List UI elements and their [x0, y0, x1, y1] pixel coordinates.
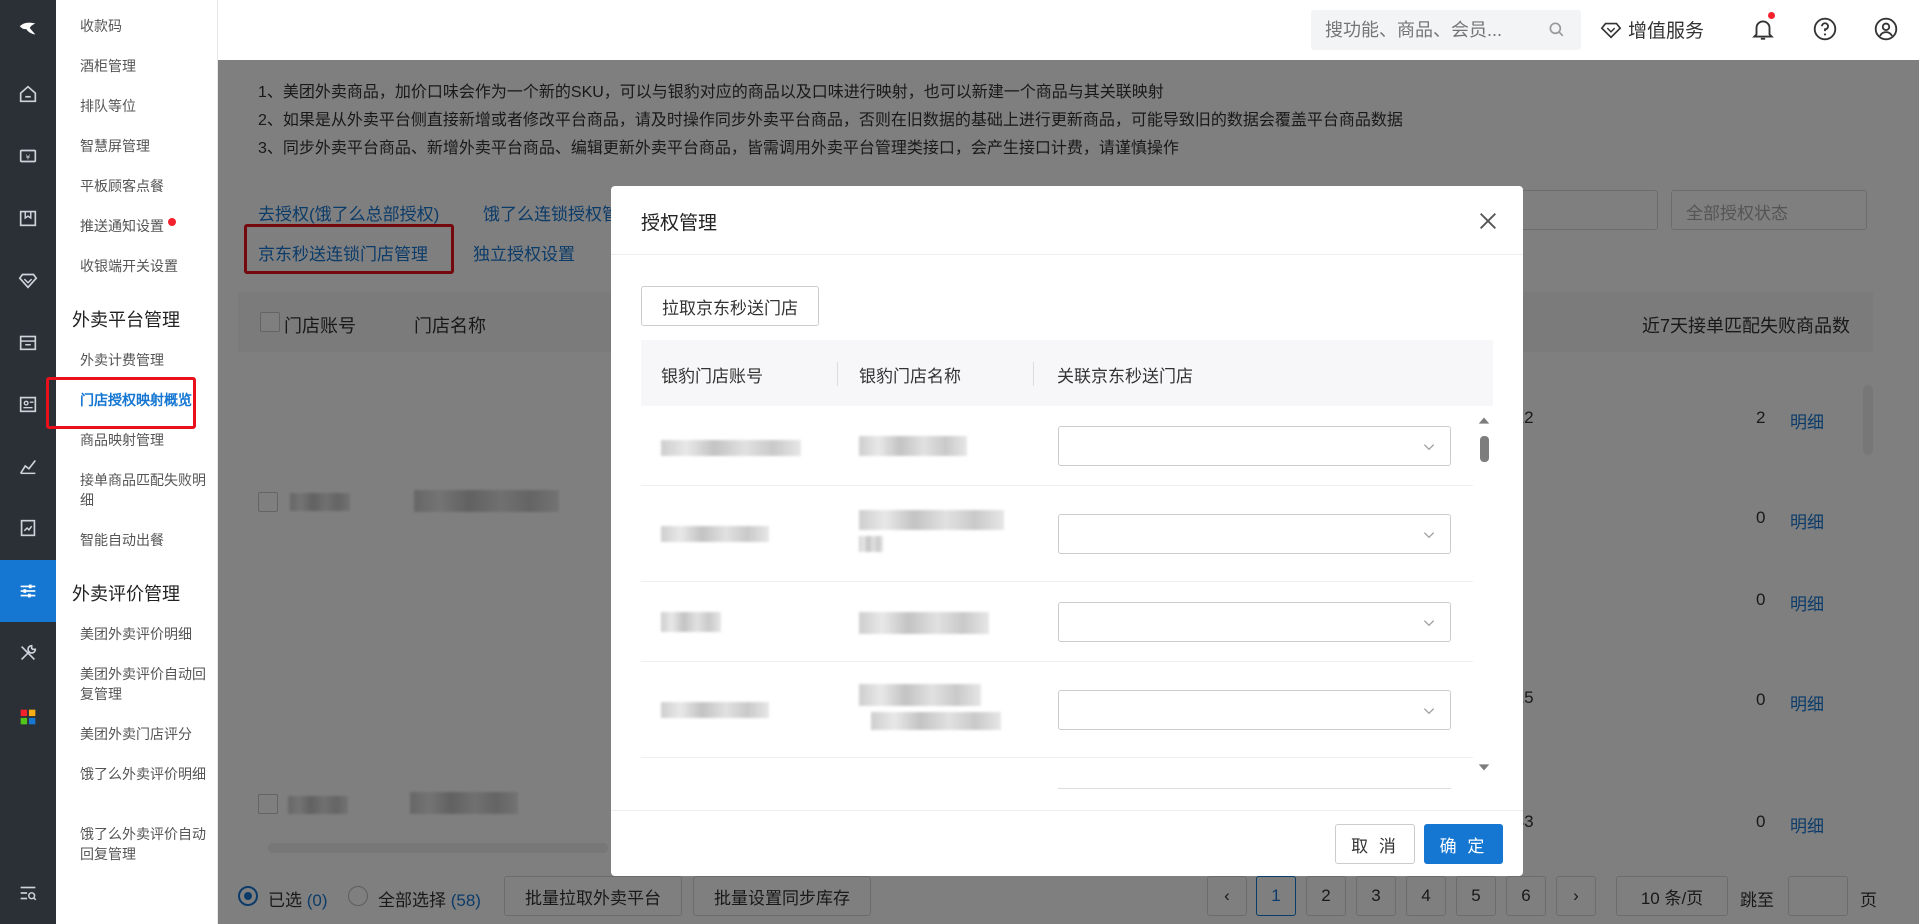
value-added-label: 增值服务	[1628, 21, 1705, 42]
blurred-text	[661, 702, 769, 718]
apps-grid-icon[interactable]	[0, 686, 56, 748]
table-vertical-scrollbar[interactable]	[1863, 385, 1873, 455]
blurred-text	[859, 612, 989, 634]
icon-rail: ¥	[0, 0, 56, 924]
submenu-item-tablet-order[interactable]: 平板顾客点餐	[80, 176, 216, 196]
header-separator	[1033, 362, 1034, 386]
submenu-item-push-notify[interactable]: 推送通知设置	[80, 216, 216, 236]
col-account: 银豹门店账号	[661, 367, 763, 386]
value-added-service-button[interactable]: 增值服务	[1600, 16, 1704, 43]
auth-management-modal: 授权管理 拉取京东秒送门店 银豹门店账号 银豹门店名称 关联京东秒送门店 取 消…	[611, 186, 1523, 876]
submenu-item-auto-dispatch[interactable]: 智能自动出餐	[80, 530, 216, 550]
bell-icon[interactable]	[1750, 16, 1776, 42]
chevron-down-icon	[1423, 708, 1435, 715]
blurred-text	[859, 536, 883, 552]
jd-store-select[interactable]	[1058, 690, 1451, 730]
submenu-item-cashier-switch[interactable]: 收银端开关设置	[80, 256, 216, 276]
tools-icon[interactable]	[0, 622, 56, 684]
diamond-icon	[1600, 22, 1622, 39]
menu-search-icon[interactable]	[0, 862, 56, 924]
notification-dot	[1768, 12, 1775, 19]
submenu-item-match-fail-detail[interactable]: 接单商品匹配失败明细	[80, 470, 210, 510]
calendar-icon[interactable]	[0, 311, 56, 373]
submenu-item-eleme-review[interactable]: 饿了么外卖评价明细	[80, 764, 210, 784]
modal-table-header: 银豹门店账号 银豹门店名称 关联京东秒送门店	[641, 340, 1493, 406]
settings-sliders-icon[interactable]	[0, 560, 56, 622]
highlight-box	[46, 377, 196, 429]
jd-store-select[interactable]	[1058, 426, 1451, 466]
submenu-item-product-mapping[interactable]: 商品映射管理	[80, 430, 216, 450]
search-input[interactable]	[1325, 19, 1545, 41]
scroll-down-arrow-icon[interactable]	[1477, 760, 1491, 774]
search-icon[interactable]	[1547, 20, 1567, 40]
store-icon[interactable]	[0, 187, 56, 249]
chevron-down-icon	[1423, 444, 1435, 451]
top-bar: 增值服务	[218, 0, 1919, 60]
scroll-up-arrow-icon[interactable]	[1477, 414, 1491, 428]
submenu-item-label: 推送通知设置	[80, 218, 164, 234]
blurred-text	[661, 612, 721, 632]
submenu-item-smart-screen[interactable]: 智慧屏管理	[80, 136, 216, 156]
jd-store-select[interactable]	[1058, 514, 1451, 554]
cashier-icon[interactable]: ¥	[0, 125, 56, 187]
blurred-text	[859, 684, 981, 706]
partial-select-edge	[1058, 788, 1451, 789]
help-icon[interactable]	[1812, 16, 1838, 42]
submenu-group-takeaway[interactable]: 外卖平台管理	[72, 308, 208, 332]
blurred-text	[859, 436, 967, 456]
col-link-jd: 关联京东秒送门店	[1057, 367, 1193, 386]
svg-text:¥: ¥	[26, 153, 31, 162]
cancel-button[interactable]: 取 消	[1335, 824, 1415, 864]
header-separator	[837, 362, 838, 386]
user-avatar-icon[interactable]	[1873, 16, 1899, 42]
modal-footer-divider	[611, 810, 1523, 811]
submenu-group-review[interactable]: 外卖评价管理	[72, 582, 208, 606]
confirm-button[interactable]: 确 定	[1424, 824, 1503, 864]
submenu-item-meituan-store-score[interactable]: 美团外卖门店评分	[80, 724, 216, 744]
report-icon[interactable]	[0, 497, 56, 559]
submenu-item-payment-code[interactable]: 收款码	[80, 16, 216, 36]
chart-icon[interactable]	[0, 435, 56, 497]
notification-dot	[168, 218, 176, 226]
table-row	[641, 486, 1473, 582]
table-row	[641, 758, 1473, 798]
blurred-text	[661, 440, 801, 456]
modal-scrollbar-thumb[interactable]	[1480, 436, 1489, 462]
submenu-item-takeaway-billing[interactable]: 外卖计费管理	[80, 350, 216, 370]
modal-divider	[611, 254, 1523, 255]
submenu-item-eleme-auto-reply[interactable]: 饿了么外卖评价自动回复管理	[80, 824, 210, 864]
table-row	[641, 582, 1473, 662]
submenu-item-wine-cabinet[interactable]: 酒柜管理	[80, 56, 216, 76]
table-row	[641, 406, 1473, 486]
home-icon[interactable]	[0, 63, 56, 125]
pull-jd-stores-button[interactable]: 拉取京东秒送门店	[641, 286, 819, 326]
chevron-down-icon	[1423, 532, 1435, 539]
table-row	[641, 662, 1473, 758]
blurred-text	[871, 712, 1001, 730]
global-search	[1311, 10, 1581, 50]
chevron-down-icon	[1423, 620, 1435, 627]
jd-store-select[interactable]	[1058, 602, 1451, 642]
close-icon[interactable]	[1477, 210, 1499, 232]
submenu-item-queue[interactable]: 排队等位	[80, 96, 216, 116]
table-horizontal-scrollbar[interactable]	[268, 843, 608, 853]
submenu-item-meituan-review[interactable]: 美团外卖评价明细	[80, 624, 216, 644]
modal-title: 授权管理	[641, 213, 718, 234]
logo-icon[interactable]	[0, 0, 56, 58]
submenu-panel: 收款码 酒柜管理 排队等位 智慧屏管理 平板顾客点餐 推送通知设置 收银端开关设…	[46, 0, 218, 924]
gem-icon[interactable]	[0, 249, 56, 311]
col-name: 银豹门店名称	[859, 367, 961, 386]
blurred-text	[859, 510, 1004, 530]
submenu-item-meituan-auto-reply[interactable]: 美团外卖评价自动回复管理	[80, 664, 210, 704]
blurred-text	[661, 526, 769, 542]
